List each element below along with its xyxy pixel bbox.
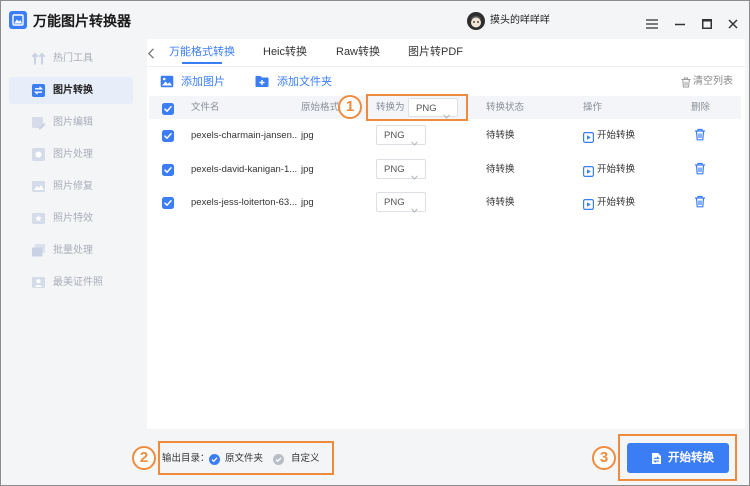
close-icon[interactable]: [728, 16, 738, 29]
sidebar-item-id-photo[interactable]: 最美证件照: [9, 269, 133, 296]
callout-number-3: 3: [592, 446, 616, 470]
tab-heic-convert[interactable]: Heic转换: [263, 46, 307, 58]
row-status: 待转换: [486, 197, 515, 208]
row-format-select[interactable]: PNG: [376, 125, 426, 146]
row-start-convert-button[interactable]: 开始转换: [583, 129, 645, 144]
sidebar-item-image-convert[interactable]: 图片转换: [9, 77, 133, 104]
trash-icon[interactable]: [694, 195, 706, 208]
callout-number-2: 2: [132, 446, 156, 470]
play-icon: [583, 164, 595, 182]
chevron-left-icon[interactable]: [147, 46, 155, 59]
row-checkbox[interactable]: [162, 129, 174, 142]
row-filename: pexels-charmain-jansen...: [191, 130, 297, 141]
header-original-format: 原始格式: [301, 102, 340, 113]
sidebar-item-batch[interactable]: 批量处理: [9, 237, 133, 264]
row-format-select[interactable]: PNG: [376, 159, 426, 180]
sidebar-item-label: 图片编辑: [53, 117, 93, 128]
hot-tools-icon: [31, 51, 46, 66]
photo-effect-icon: [31, 211, 46, 226]
sidebar-item-label: 热门工具: [53, 53, 93, 64]
header-status: 转换状态: [486, 102, 525, 113]
trash-icon[interactable]: [694, 162, 706, 175]
callout-highlight-start-button: [618, 434, 737, 481]
callout-highlight-output-directory: [158, 441, 334, 475]
chevron-down-icon: [411, 200, 418, 213]
row-action-label: 开始转换: [597, 164, 636, 175]
minimize-icon[interactable]: [675, 16, 685, 26]
select-all-checkbox[interactable]: [162, 102, 174, 115]
image-icon: [160, 75, 174, 93]
row-start-convert-button[interactable]: 开始转换: [583, 163, 645, 178]
app-window: 万能图片转换器 摸头的咩咩咩 热门工具 图片转换 图片编辑 图片处理 照片修复 …: [0, 0, 750, 486]
sidebar-item-label: 最美证件照: [53, 277, 103, 288]
sidebar-item-hot-tools[interactable]: 热门工具: [9, 45, 133, 72]
select-value: PNG: [384, 164, 405, 175]
callout-highlight-convert-to: [366, 94, 468, 121]
sidebar-item-label: 图片转换: [53, 85, 93, 96]
sidebar-item-photo-repair[interactable]: 照片修复: [9, 173, 133, 200]
sidebar-item-photo-effect[interactable]: 照片特效: [9, 205, 133, 232]
sidebar-item-image-edit[interactable]: 图片编辑: [9, 109, 133, 136]
tab-image-to-pdf[interactable]: 图片转PDF: [408, 46, 463, 58]
row-original-format: jpg: [301, 164, 314, 175]
sidebar-item-label: 图片处理: [53, 149, 93, 160]
image-edit-icon: [31, 115, 46, 130]
table-row: pexels-david-kanigan-1... jpg PNG 待转换 开始…: [149, 152, 741, 185]
row-filename: pexels-jess-loiterton-63...: [191, 197, 297, 208]
add-folder-button[interactable]: 添加文件夹: [253, 73, 335, 90]
play-icon: [583, 197, 595, 215]
trash-icon[interactable]: [694, 128, 706, 141]
row-checkbox[interactable]: [162, 163, 174, 176]
sidebar-item-label: 照片修复: [53, 181, 93, 192]
image-convert-icon: [31, 83, 46, 98]
folder-add-icon: [255, 75, 269, 93]
row-filename: pexels-david-kanigan-1...: [191, 164, 297, 175]
add-folder-label: 添加文件夹: [277, 76, 332, 88]
row-original-format: jpg: [301, 130, 314, 141]
clear-list-label: 清空列表: [693, 76, 733, 87]
tab-format-convert[interactable]: 万能格式转换: [169, 46, 235, 58]
clear-list-button[interactable]: 清空列表: [679, 74, 737, 88]
row-action-label: 开始转换: [597, 130, 636, 141]
select-value: PNG: [384, 130, 405, 141]
chevron-down-icon: [411, 167, 418, 180]
app-logo-icon: [9, 11, 27, 29]
tab-raw-convert[interactable]: Raw转换: [336, 46, 380, 58]
header-delete: 删除: [691, 102, 711, 113]
add-image-label: 添加图片: [181, 76, 225, 88]
photo-repair-icon: [31, 179, 46, 194]
username[interactable]: 摸头的咩咩咩: [490, 16, 550, 26]
row-start-convert-button[interactable]: 开始转换: [583, 196, 645, 211]
chevron-down-icon: [411, 133, 418, 146]
maximize-icon[interactable]: [702, 16, 712, 29]
sidebar-item-image-process[interactable]: 图片处理: [9, 141, 133, 168]
row-status: 待转换: [486, 130, 515, 141]
trash-icon: [681, 75, 691, 93]
avatar[interactable]: [467, 12, 485, 30]
header-action: 操作: [583, 102, 603, 113]
id-photo-icon: [31, 275, 46, 290]
menu-icon[interactable]: [646, 16, 658, 29]
app-title: 万能图片转换器: [33, 13, 131, 29]
play-icon: [583, 130, 595, 148]
row-status: 待转换: [486, 164, 515, 175]
row-action-label: 开始转换: [597, 197, 636, 208]
table-row: pexels-jess-loiterton-63... jpg PNG 待转换 …: [149, 186, 741, 219]
sidebar-item-label: 照片特效: [53, 213, 93, 224]
select-value: PNG: [384, 197, 405, 208]
image-process-icon: [31, 147, 46, 162]
tab-divider: [147, 66, 745, 67]
active-tab-indicator: [182, 62, 222, 64]
table-row: pexels-charmain-jansen... jpg PNG 待转换 开始…: [149, 119, 741, 152]
row-original-format: jpg: [301, 197, 314, 208]
row-format-select[interactable]: PNG: [376, 192, 426, 213]
header-filename: 文件名: [191, 102, 220, 113]
row-checkbox[interactable]: [162, 196, 174, 209]
sidebar-item-label: 批量处理: [53, 245, 93, 256]
batch-icon: [31, 243, 46, 258]
callout-number-1: 1: [338, 95, 362, 119]
add-image-button[interactable]: 添加图片: [158, 73, 230, 90]
